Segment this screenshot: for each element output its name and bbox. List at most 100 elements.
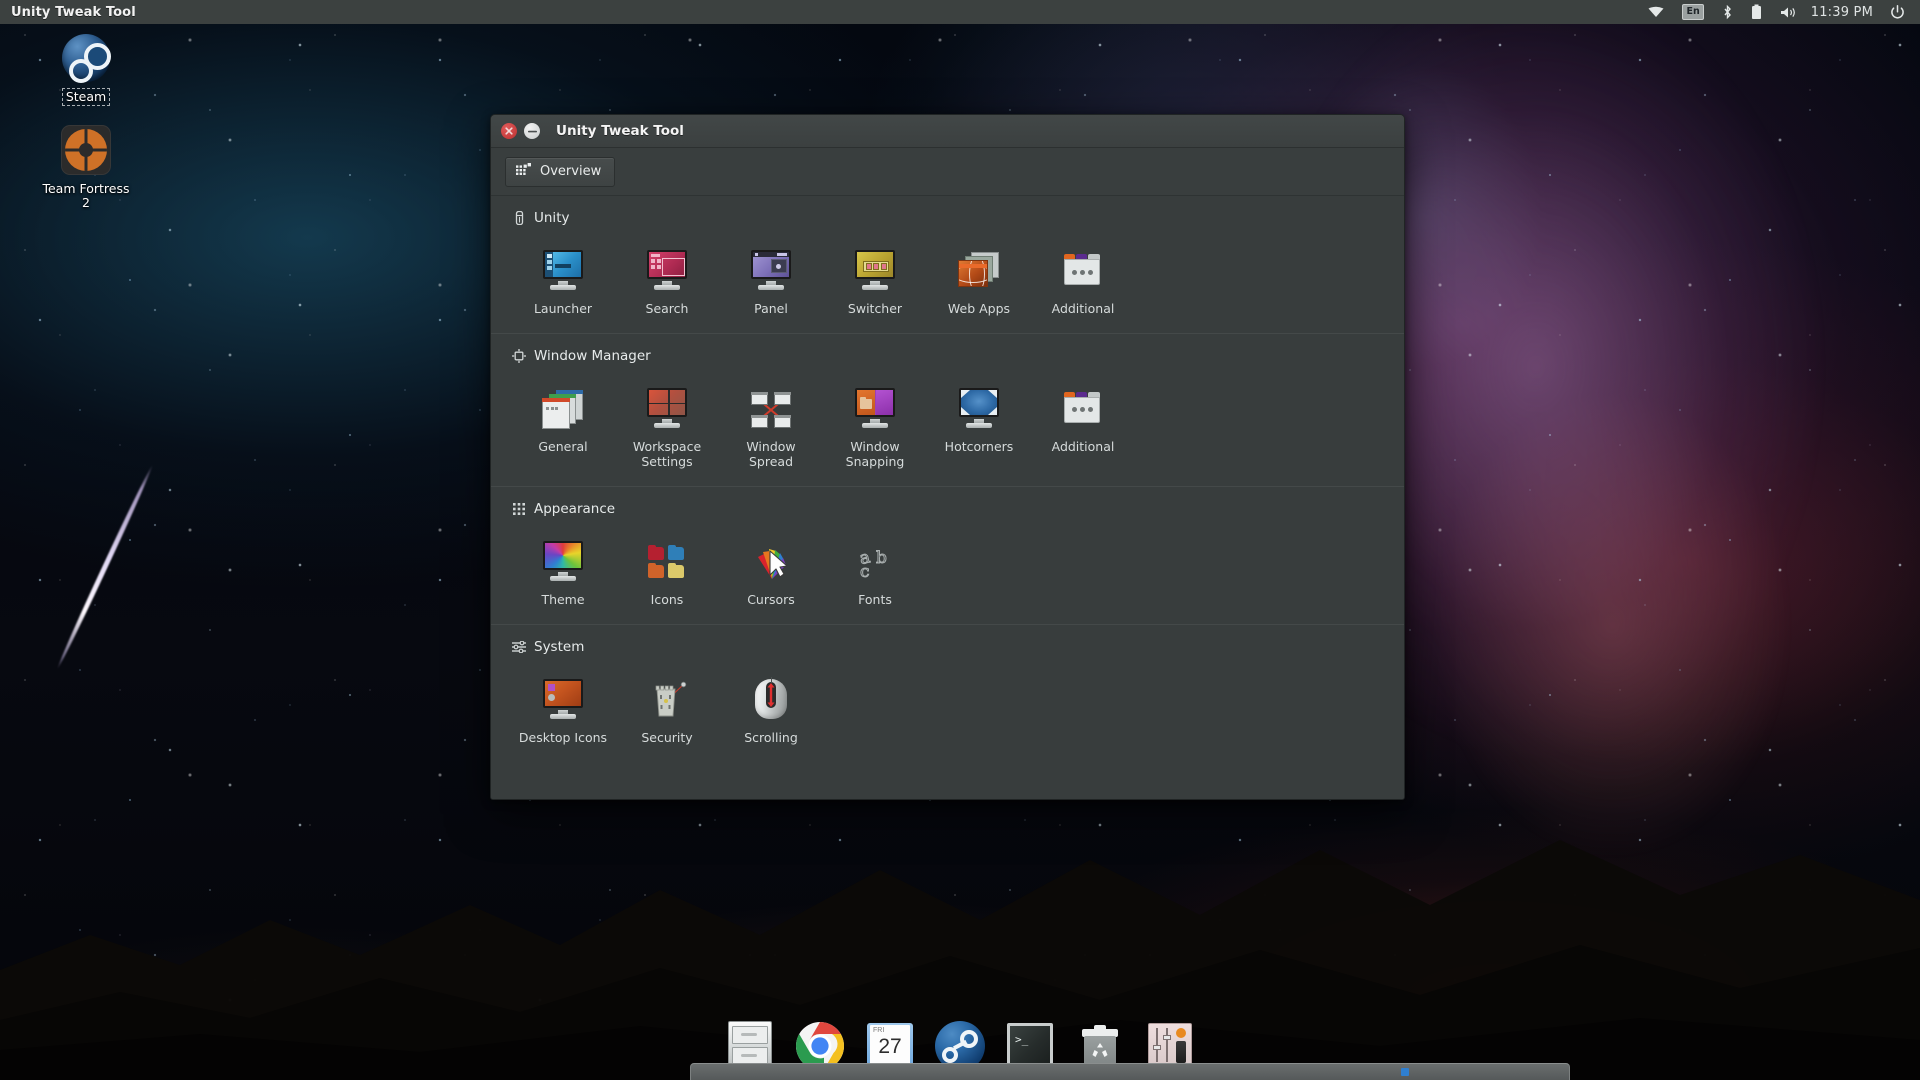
tile-desktop-icons[interactable]: Desktop Icons (511, 661, 615, 758)
calendar-weekday: FRI (873, 1027, 885, 1034)
cursor-icon (723, 533, 819, 583)
tile-label: General (538, 438, 588, 454)
clock[interactable]: 11:39 PM (1807, 5, 1881, 20)
window-title: Unity Tweak Tool (556, 123, 684, 139)
battery-icon[interactable] (1742, 0, 1771, 24)
tile-grid: General Workspace Settings Window Spread… (511, 370, 1384, 482)
volume-icon[interactable] (1771, 0, 1807, 24)
tile-label: Theme (541, 591, 585, 607)
tile-cursors[interactable]: Cursors (719, 523, 823, 620)
mouse-scrolling-icon (723, 671, 819, 721)
tile-window-snapping[interactable]: Window Snapping (823, 370, 927, 482)
tile-theme[interactable]: Theme (511, 523, 615, 620)
dot-grid-icon (516, 163, 531, 180)
tile-label: Search (645, 301, 689, 316)
monitor-launcher-icon (515, 242, 611, 292)
tile-label: Window Spread (746, 438, 796, 470)
tile-hotcorners[interactable]: Hotcorners (927, 370, 1031, 482)
window-minimize-button[interactable] (524, 123, 540, 139)
tile-web-apps[interactable]: Web Apps (927, 232, 1031, 329)
section-window-manager: Window Manager General Workspace Setting… (491, 332, 1404, 486)
overview-button-label: Overview (540, 164, 602, 179)
tile-label: Additional (1051, 301, 1115, 316)
tile-general[interactable]: General (511, 370, 615, 482)
panel-app-title[interactable]: Unity Tweak Tool (0, 5, 136, 20)
tile-workspace-settings[interactable]: Workspace Settings (615, 370, 719, 482)
keyboard-layout-indicator[interactable]: En (1673, 0, 1712, 24)
tile-label: Switcher (847, 301, 903, 316)
wifi-icon[interactable] (1639, 0, 1673, 24)
tile-label: Cursors (747, 591, 795, 607)
unity-icon (512, 211, 526, 225)
bottom-taskbar-strip[interactable] (690, 1063, 1570, 1080)
svg-text:c: c (860, 562, 870, 582)
team-fortress-2-icon (38, 122, 134, 178)
tile-switcher[interactable]: Switcher (823, 232, 927, 329)
tile-label: Scrolling (744, 729, 798, 745)
tile-additional-wm[interactable]: Additional (1031, 370, 1135, 482)
tile-icons[interactable]: Icons (615, 523, 719, 620)
steam-icon (38, 30, 134, 86)
section-header: Window Manager (511, 348, 1384, 364)
tile-launcher[interactable]: Launcher (511, 232, 615, 329)
folders-icon (619, 533, 715, 583)
tile-label: Desktop Icons (518, 729, 608, 745)
power-icon[interactable] (1881, 0, 1914, 24)
tile-label: Icons (650, 591, 684, 607)
calendar-day: 27 (878, 1035, 902, 1058)
window-toolbar: Overview (491, 148, 1404, 196)
monitor-switcher-icon (827, 242, 923, 292)
section-unity: Unity Launcher Search Panel Switcher Web… (491, 196, 1404, 333)
desktop-icon-steam[interactable]: Steam (38, 30, 134, 107)
appearance-grid-icon (512, 502, 526, 516)
tile-search[interactable]: Search (615, 232, 719, 329)
tile-label: Launcher (533, 301, 593, 316)
section-header: Unity (511, 210, 1384, 226)
section-title: Appearance (534, 500, 616, 517)
monitor-workspace-icon (619, 380, 715, 430)
tile-panel[interactable]: Panel (719, 232, 823, 329)
tile-additional-unity[interactable]: Additional (1031, 232, 1135, 329)
system-tray: En 11:39 PM (1639, 0, 1920, 24)
tile-grid: Launcher Search Panel Switcher Web Apps … (511, 232, 1384, 329)
additional-panel-icon (1035, 380, 1131, 430)
bluetooth-icon[interactable] (1713, 0, 1742, 24)
monitor-hotcorners-icon (931, 380, 1027, 430)
monitor-desktop-icons-icon (515, 671, 611, 721)
window-close-button[interactable] (501, 123, 517, 139)
window-manager-icon (512, 348, 526, 363)
window-content: Unity Launcher Search Panel Switcher Web… (491, 196, 1404, 799)
security-tower-icon (619, 671, 715, 721)
unity-tweak-tool-window[interactable]: Unity Tweak Tool Overview Unity Launcher… (490, 114, 1405, 800)
tile-label: Hotcorners (944, 438, 1014, 454)
section-title: Unity (534, 210, 570, 226)
tile-window-spread[interactable]: Window Spread (719, 370, 823, 482)
tile-grid: Theme Icons Cursors a b c Fonts (511, 523, 1384, 620)
desktop-icon-team-fortress-2[interactable]: Team Fortress 2 (38, 122, 134, 212)
tile-scrolling[interactable]: Scrolling (719, 661, 823, 758)
tile-security[interactable]: Security (615, 661, 719, 758)
system-sliders-icon (512, 640, 526, 654)
tile-label: Fonts (858, 591, 892, 607)
keyboard-layout-label: En (1682, 4, 1704, 20)
tile-label: Window Snapping (845, 438, 905, 470)
svg-text:b: b (876, 548, 887, 568)
section-appearance: Appearance Theme Icons Cursors a b c Fon… (491, 485, 1404, 624)
tile-label: Panel (754, 301, 788, 316)
monitor-panel-icon (723, 242, 819, 292)
tile-grid: Desktop Icons Security Scrolling (511, 661, 1384, 758)
window-titlebar[interactable]: Unity Tweak Tool (491, 115, 1404, 148)
section-system: System Desktop Icons Security Scrolling (491, 623, 1404, 762)
tile-label: Workspace Settings (632, 438, 702, 470)
monitor-theme-icon (515, 533, 611, 583)
desktop-icon-label: Steam (61, 87, 111, 107)
tile-fonts[interactable]: a b c Fonts (823, 523, 927, 620)
additional-panel-icon (1035, 242, 1131, 292)
monitor-snapping-icon (827, 380, 923, 430)
window-spread-icon (723, 380, 819, 430)
tile-label: Security (641, 729, 693, 745)
overview-button[interactable]: Overview (505, 156, 616, 187)
section-header: System (511, 639, 1384, 655)
monitor-search-icon (619, 242, 715, 292)
section-title: Window Manager (534, 347, 651, 364)
